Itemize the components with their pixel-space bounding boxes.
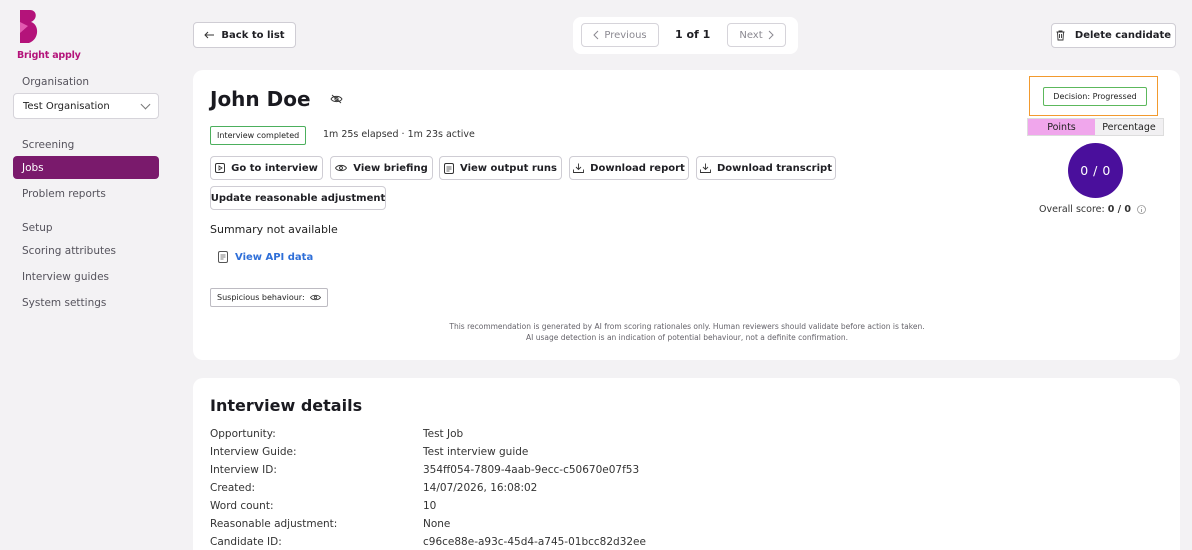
detail-value-candidate-id: c96ce88e-a93c-45d4-a745-01bcc82d32ee [423,536,646,548]
elapsed-time: 1m 25s elapsed · 1m 23s active [323,129,475,140]
detail-value-opportunity: Test Job [423,428,464,440]
decision-badge: Decision: Progressed [1043,87,1147,106]
candidate-card: John Doe Interview completed 1m 25s elap… [193,70,1180,360]
logo-mark-icon [20,10,38,43]
interview-details-title: Interview details [210,396,363,415]
view-output-runs-label: View output runs [460,162,557,174]
detail-label-reasonable-adjustment: Reasonable adjustment: [210,518,338,530]
view-briefing-label: View briefing [353,162,428,174]
sidebar-item-problem-reports[interactable]: Problem reports [13,182,159,205]
go-to-interview-button[interactable]: Go to interview [210,156,323,180]
summary-text: Summary not available [210,223,338,236]
eye-icon [335,164,348,172]
brand-logo[interactable]: Bright apply [17,9,81,61]
download-transcript-label: Download transcript [717,162,832,174]
candidate-name: John Doe [210,87,311,111]
download-report-button[interactable]: Download report [569,156,689,180]
brand-name: Bright apply [17,50,81,61]
detail-label-opportunity: Opportunity: [210,428,276,440]
view-briefing-button[interactable]: View briefing [330,156,433,180]
previous-button[interactable]: Previous [581,23,659,47]
download-report-label: Download report [590,162,685,174]
sidebar-item-scoring-attributes[interactable]: Scoring attributes [13,239,159,262]
go-to-interview-label: Go to interview [231,162,318,174]
play-square-icon [215,163,226,173]
status-badge: Interview completed [210,126,307,145]
score-mode-toggle: Points Percentage [1027,118,1164,136]
chevron-right-icon [768,30,774,40]
update-reasonable-adjustment-label: Update reasonable adjustment [210,192,386,204]
previous-label: Previous [604,29,647,41]
eye-slash-icon[interactable] [330,94,343,104]
ai-disclaimer-line-1: This recommendation is generated by AI f… [449,322,925,331]
pagination: Previous 1 of 1 Next [573,17,798,54]
organisation-label: Organisation [22,76,90,88]
screening-label: Screening [22,139,75,151]
suspicious-behaviour-badge[interactable]: Suspicious behaviour: [210,288,328,307]
detail-value-reasonable-adjustment: None [423,518,451,530]
overall-score-label: Overall score: [1039,204,1105,215]
page-count: 1 of 1 [675,28,711,41]
arrow-left-icon [204,31,215,39]
sidebar: Bright apply Organisation Test Organisat… [0,0,172,550]
detail-value-word-count: 10 [423,500,437,512]
update-reasonable-adjustment-button[interactable]: Update reasonable adjustment [210,186,386,210]
detail-value-created: 14/07/2026, 16:08:02 [423,482,538,494]
download-icon [573,163,585,173]
view-api-data-link[interactable]: View API data [218,251,313,263]
download-transcript-button[interactable]: Download transcript [696,156,836,180]
suspicious-behaviour-label: Suspicious behaviour: [217,293,305,302]
detail-value-interview-guide: Test interview guide [423,446,529,458]
overall-score-value: 0 / 0 [1107,204,1132,215]
score-circle: 0 / 0 [1068,143,1123,198]
next-label: Next [739,29,763,41]
detail-label-candidate-id: Candidate ID: [210,536,282,548]
chevron-left-icon [593,30,599,40]
document-icon [218,251,228,263]
sidebar-item-system-settings[interactable]: System settings [13,291,159,314]
ai-disclaimer-line-2: AI usage detection is an indication of p… [526,333,848,342]
delete-candidate-label: Delete candidate [1074,30,1172,41]
view-output-runs-button[interactable]: View output runs [439,156,562,180]
toggle-points[interactable]: Points [1028,119,1095,135]
organisation-value: Test Organisation [23,100,110,112]
detail-label-interview-guide: Interview Guide: [210,446,297,458]
chevron-down-icon [140,99,151,109]
detail-value-interview-id: 354ff054-7809-4aab-9ecc-c50670e07f53 [423,464,640,476]
setup-label: Setup [22,222,53,234]
info-icon[interactable] [1137,205,1146,214]
back-to-list-label: Back to list [221,29,285,41]
interview-details-card: Interview details Opportunity: Test Job … [193,378,1180,550]
eye-icon [309,294,321,301]
detail-label-word-count: Word count: [210,500,274,512]
organisation-select[interactable]: Test Organisation [13,93,159,119]
sidebar-item-jobs[interactable]: Jobs [13,156,159,179]
back-to-list-button[interactable]: Back to list [193,22,296,48]
trash-icon [1056,30,1065,41]
sidebar-item-interview-guides[interactable]: Interview guides [13,265,159,288]
download-icon [700,163,711,173]
delete-candidate-button[interactable]: Delete candidate [1051,23,1176,48]
view-api-data-label: View API data [235,251,314,263]
detail-label-interview-id: Interview ID: [210,464,277,476]
next-button[interactable]: Next [727,23,786,47]
toggle-percentage[interactable]: Percentage [1095,119,1163,135]
detail-label-created: Created: [210,482,256,494]
document-icon [444,162,455,174]
overall-score: Overall score: 0 / 0 [1039,204,1146,215]
